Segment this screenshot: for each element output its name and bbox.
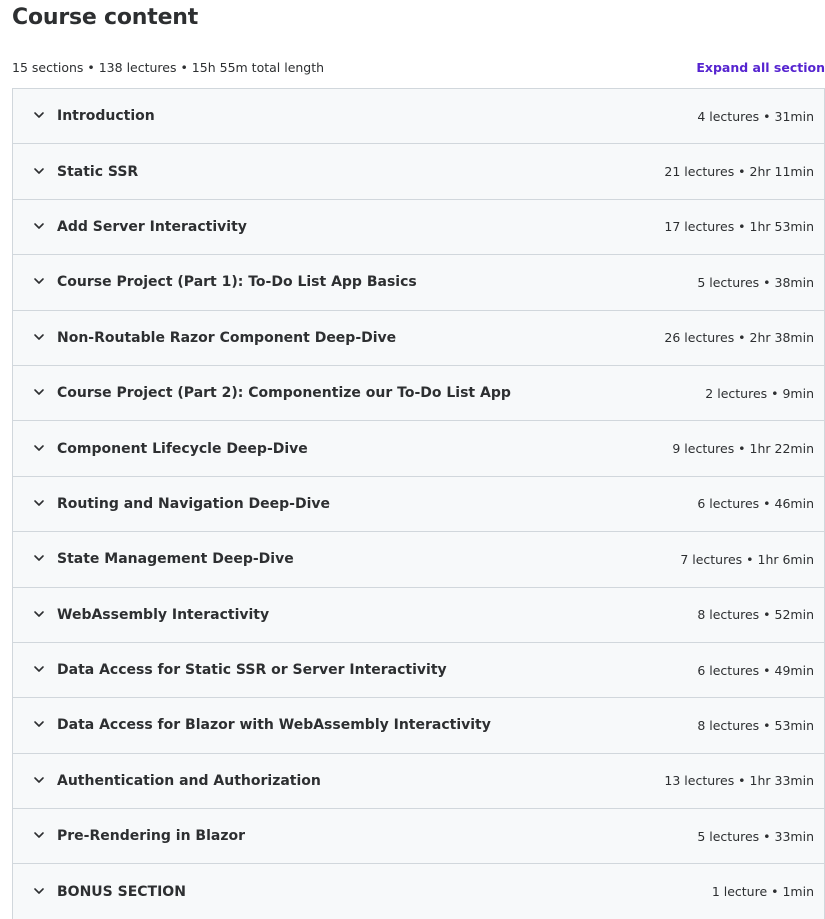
section-header-9[interactable]: State Management Deep-Dive 7 lectures • … xyxy=(13,532,824,588)
section-header-8[interactable]: Routing and Navigation Deep-Dive 6 lectu… xyxy=(13,476,824,533)
expand-all-button[interactable]: Expand all section xyxy=(696,58,825,78)
section-meta: 1 lecture • 1min xyxy=(711,884,814,900)
section-title: Course Project (Part 1): To-Do List App … xyxy=(57,274,417,291)
section-title: Component Lifecycle Deep-Dive xyxy=(57,440,308,457)
section-title: Introduction xyxy=(57,108,155,125)
section-meta: 8 lectures • 52min xyxy=(697,607,814,623)
chevron-down-icon xyxy=(33,386,45,398)
section-meta: 7 lectures • 1hr 6min xyxy=(680,551,814,567)
chevron-down-icon xyxy=(33,552,45,564)
section-meta: 5 lectures • 33min xyxy=(697,828,814,844)
section-header-6[interactable]: Course Project (Part 2): Componentize ou… xyxy=(13,365,824,422)
section-header-1[interactable]: Introduction 4 lectures • 31min xyxy=(13,89,824,145)
section-list: Introduction 4 lectures • 31min Static S… xyxy=(12,88,825,919)
section-header-5[interactable]: Non-Routable Razor Component Deep-Dive 2… xyxy=(13,310,824,366)
chevron-down-icon xyxy=(33,109,45,121)
chevron-down-icon xyxy=(33,220,45,232)
page-title: Course content xyxy=(12,5,199,30)
section-title: Routing and Navigation Deep-Dive xyxy=(57,495,331,512)
chevron-down-icon xyxy=(33,275,45,287)
section-title: Static SSR xyxy=(57,163,139,180)
section-title: Course Project (Part 2): Componentize ou… xyxy=(57,385,511,402)
chevron-down-icon xyxy=(33,829,45,841)
section-header-3[interactable]: Add Server Interactivity 17 lectures • 1… xyxy=(13,199,824,256)
section-title: Non-Routable Razor Component Deep-Dive xyxy=(57,329,397,346)
chevron-down-icon xyxy=(33,608,45,620)
section-title: Data Access for Static SSR or Server Int… xyxy=(57,662,447,679)
section-meta: 26 lectures • 2hr 38min xyxy=(664,330,814,346)
section-title: State Management Deep-Dive xyxy=(57,551,294,568)
chevron-down-icon xyxy=(33,718,45,730)
section-header-4[interactable]: Course Project (Part 1): To-Do List App … xyxy=(13,255,824,311)
section-title: WebAssembly Interactivity xyxy=(57,606,270,623)
section-title: Pre-Rendering in Blazor xyxy=(57,828,246,845)
chevron-down-icon xyxy=(33,331,45,343)
course-summary: 15 sections • 138 lectures • 15h 55m tot… xyxy=(12,60,325,75)
section-header-15[interactable]: BONUS SECTION 1 lecture • 1min xyxy=(13,864,824,919)
chevron-down-icon xyxy=(33,497,45,509)
section-header-12[interactable]: Data Access for Blazor with WebAssembly … xyxy=(13,698,824,754)
section-header-11[interactable]: Data Access for Static SSR or Server Int… xyxy=(13,642,824,699)
section-meta: 17 lectures • 1hr 53min xyxy=(664,219,814,235)
section-meta: 6 lectures • 46min xyxy=(697,496,814,512)
section-meta: 2 lectures • 9min xyxy=(705,385,814,401)
section-meta: 21 lectures • 2hr 11min xyxy=(664,164,814,180)
section-meta: 5 lectures • 38min xyxy=(697,274,814,290)
section-title: Data Access for Blazor with WebAssembly … xyxy=(57,717,491,734)
chevron-down-icon xyxy=(33,165,45,177)
section-header-14[interactable]: Pre-Rendering in Blazor 5 lectures • 33m… xyxy=(13,809,824,865)
course-content-panel: Course content 15 sections • 138 lecture… xyxy=(0,0,825,919)
section-title: Add Server Interactivity xyxy=(57,218,247,235)
section-header-7[interactable]: Component Lifecycle Deep-Dive 9 lectures… xyxy=(13,421,824,477)
section-meta: 8 lectures • 53min xyxy=(697,717,814,733)
section-title: Authentication and Authorization xyxy=(57,772,321,789)
section-header-10[interactable]: WebAssembly Interactivity 8 lectures • 5… xyxy=(13,587,824,643)
section-meta: 4 lectures • 31min xyxy=(697,108,814,124)
section-title: BONUS SECTION xyxy=(57,883,186,900)
section-meta: 6 lectures • 49min xyxy=(697,662,814,678)
section-meta: 13 lectures • 1hr 33min xyxy=(664,773,814,789)
summary-row: 15 sections • 138 lectures • 15h 55m tot… xyxy=(12,58,825,78)
chevron-down-icon xyxy=(33,663,45,675)
chevron-down-icon xyxy=(33,885,45,897)
chevron-down-icon xyxy=(33,442,45,454)
section-meta: 9 lectures • 1hr 22min xyxy=(672,441,814,457)
chevron-down-icon xyxy=(33,774,45,786)
section-header-2[interactable]: Static SSR 21 lectures • 2hr 11min xyxy=(13,144,824,200)
section-header-13[interactable]: Authentication and Authorization 13 lect… xyxy=(13,753,824,810)
